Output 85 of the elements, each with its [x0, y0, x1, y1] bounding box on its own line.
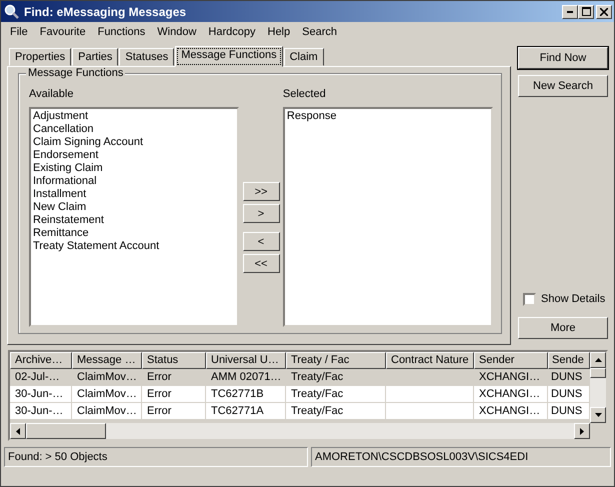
magnifier-icon	[4, 4, 20, 20]
table-cell: ClaimMov…	[77, 388, 137, 400]
scroll-right-icon[interactable]	[574, 423, 590, 439]
menu-item[interactable]: Window	[151, 26, 202, 38]
list-label: Available	[29, 88, 74, 102]
table-row[interactable]: 30-Jun-… ClaimMov… Error TC62771A Treaty/Fac XCHANGI… DUNS	[10, 403, 590, 420]
horizontal-scrollbar[interactable]	[10, 423, 590, 439]
table-cell: AMM 02071…	[211, 371, 282, 383]
table-cell: DUNS	[551, 371, 582, 383]
list-item[interactable]: Remittance	[33, 227, 236, 240]
list-item[interactable]: Informational	[33, 175, 236, 188]
list-item[interactable]: Endorsement	[33, 149, 236, 162]
scroll-thumb[interactable]	[26, 423, 106, 439]
menu-item[interactable]: Hardcopy	[202, 26, 262, 38]
new-search-button[interactable]: New Search	[518, 75, 608, 97]
tab[interactable]: Claim	[284, 48, 324, 66]
list-item[interactable]: Existing Claim	[33, 162, 236, 175]
menu-item[interactable]: File	[4, 26, 34, 38]
table-cell: 30-Jun-…	[15, 405, 64, 417]
more-button[interactable]: More	[518, 317, 608, 339]
scroll-down-icon[interactable]	[590, 407, 606, 423]
table-cell: TC62771B	[211, 388, 264, 400]
list-label: Selected	[282, 88, 327, 102]
table-cell: Error	[147, 371, 172, 383]
table-cell: 30-Jun-…	[15, 388, 64, 400]
move-button[interactable]: >>	[242, 182, 280, 201]
column-header[interactable]: Status	[142, 352, 206, 369]
group-title: Message Functions	[26, 67, 126, 79]
checkbox-label: Show Details	[541, 293, 606, 305]
tab[interactable]: Message Functions	[175, 46, 283, 67]
minimize-button[interactable]	[562, 4, 578, 18]
list-item[interactable]: Installment	[33, 188, 236, 201]
table-cell: Error	[147, 405, 172, 417]
menu-item[interactable]: Favourite	[34, 26, 92, 38]
tab[interactable]: Properties	[9, 48, 72, 66]
status-text: Found: > 50 Objects	[4, 447, 308, 467]
list-item[interactable]: Cancellation	[33, 123, 236, 136]
column-header[interactable]: Message …	[72, 352, 142, 369]
column-header[interactable]: Universal U…	[206, 352, 286, 369]
list-item[interactable]: New Claim	[33, 201, 236, 214]
table-cell: XCHANGI…	[479, 388, 540, 400]
table-cell: Treaty/Fac	[291, 405, 344, 417]
list-item[interactable]: Adjustment	[33, 110, 236, 123]
status-path: AMORETON\CSCDBSOSL003V\SICS4EDI	[311, 447, 611, 467]
checkbox[interactable]	[523, 292, 536, 306]
column-header[interactable]: Treaty / Fac	[286, 352, 386, 369]
minimize-icon	[567, 10, 573, 12]
table-cell: DUNS	[551, 388, 582, 400]
column-header[interactable]: Archive…	[10, 352, 72, 369]
window-title: Find: eMessaging Messages	[24, 4, 188, 18]
scroll-up-icon[interactable]	[590, 352, 606, 368]
column-header[interactable]: Sende	[548, 352, 590, 369]
table-cell: XCHANGI…	[479, 371, 540, 383]
tab[interactable]: Statuses	[119, 48, 174, 66]
move-button[interactable]: <	[242, 232, 280, 251]
table-cell: 02-Jul-…	[15, 371, 60, 383]
maximize-button[interactable]	[578, 4, 594, 18]
vertical-scrollbar[interactable]	[590, 352, 606, 423]
scroll-left-icon[interactable]	[10, 423, 26, 439]
table-cell: ClaimMov…	[77, 405, 137, 417]
table-cell: ClaimMov…	[77, 371, 137, 383]
tab[interactable]: Parties	[72, 48, 118, 66]
list-item[interactable]: Claim Signing Account	[33, 136, 236, 149]
find-now-button[interactable]: Find Now	[518, 47, 608, 69]
menu-item[interactable]: Search	[296, 26, 343, 38]
list-item[interactable]: Response	[286, 110, 489, 123]
close-icon	[600, 8, 608, 16]
column-header[interactable]: Contract Nature	[386, 352, 474, 369]
close-button[interactable]	[596, 4, 612, 18]
table-cell: TC62771A	[211, 405, 264, 417]
move-button[interactable]: >	[242, 204, 280, 223]
column-header[interactable]: Sender	[474, 352, 548, 369]
maximize-icon	[582, 7, 590, 16]
table-cell: DUNS	[551, 405, 582, 417]
table-row[interactable]: 30-Jun-… ClaimMov… Error TC62771B Treaty/Fac XCHANGI… DUNS	[10, 386, 590, 403]
menu-item[interactable]: Help	[262, 26, 296, 38]
table-cell: XCHANGI…	[479, 405, 540, 417]
move-button[interactable]: <<	[242, 254, 280, 273]
table-cell: Treaty/Fac	[291, 388, 344, 400]
menu-item[interactable]: Functions	[92, 26, 152, 38]
scroll-thumb[interactable]	[590, 368, 606, 378]
list-item[interactable]: Treaty Statement Account	[33, 240, 236, 253]
table-cell: Treaty/Fac	[291, 371, 344, 383]
list-item[interactable]: Reinstatement	[33, 214, 236, 227]
table-cell: Error	[147, 388, 172, 400]
